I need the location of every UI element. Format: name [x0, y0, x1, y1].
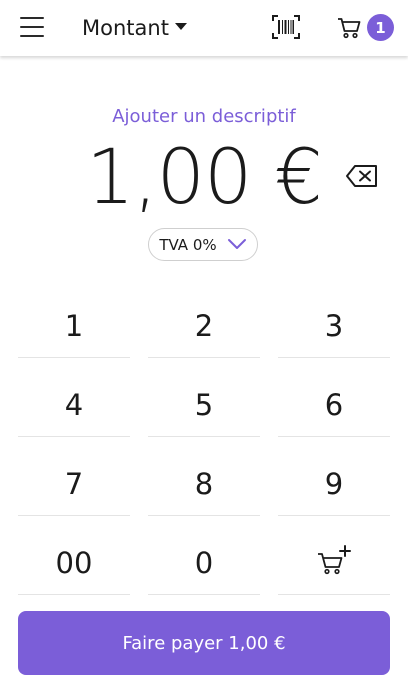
- add-description-link[interactable]: Ajouter un descriptif: [0, 106, 408, 127]
- cart-add-icon: [316, 544, 352, 583]
- vat-selector[interactable]: TVA 0%: [148, 228, 258, 261]
- backspace-icon[interactable]: [345, 164, 379, 188]
- key-0[interactable]: 0: [148, 532, 260, 595]
- chevron-down-icon: [227, 235, 247, 254]
- cart-icon[interactable]: [337, 17, 361, 39]
- charge-button[interactable]: Faire payer 1,00 €: [18, 611, 390, 675]
- top-bar: Montant 1: [0, 0, 408, 56]
- mode-selector[interactable]: Montant: [82, 13, 187, 43]
- barcode-scanner-icon[interactable]: [272, 15, 300, 39]
- key-9[interactable]: 9: [278, 453, 390, 516]
- key-6[interactable]: 6: [278, 374, 390, 437]
- key-1[interactable]: 1: [18, 295, 130, 358]
- key-8[interactable]: 8: [148, 453, 260, 516]
- amount-display: 1,00 €: [86, 132, 323, 221]
- key-00[interactable]: 00: [18, 532, 130, 595]
- menu-icon[interactable]: [20, 17, 44, 37]
- vat-label: TVA 0%: [159, 235, 217, 254]
- key-2[interactable]: 2: [148, 295, 260, 358]
- mode-label: Montant: [82, 16, 169, 40]
- add-to-cart-key[interactable]: [278, 532, 390, 595]
- key-4[interactable]: 4: [18, 374, 130, 437]
- key-5[interactable]: 5: [148, 374, 260, 437]
- dropdown-caret-icon: [174, 22, 187, 30]
- key-3[interactable]: 3: [278, 295, 390, 358]
- cart-count-badge[interactable]: 1: [367, 14, 394, 41]
- key-7[interactable]: 7: [18, 453, 130, 516]
